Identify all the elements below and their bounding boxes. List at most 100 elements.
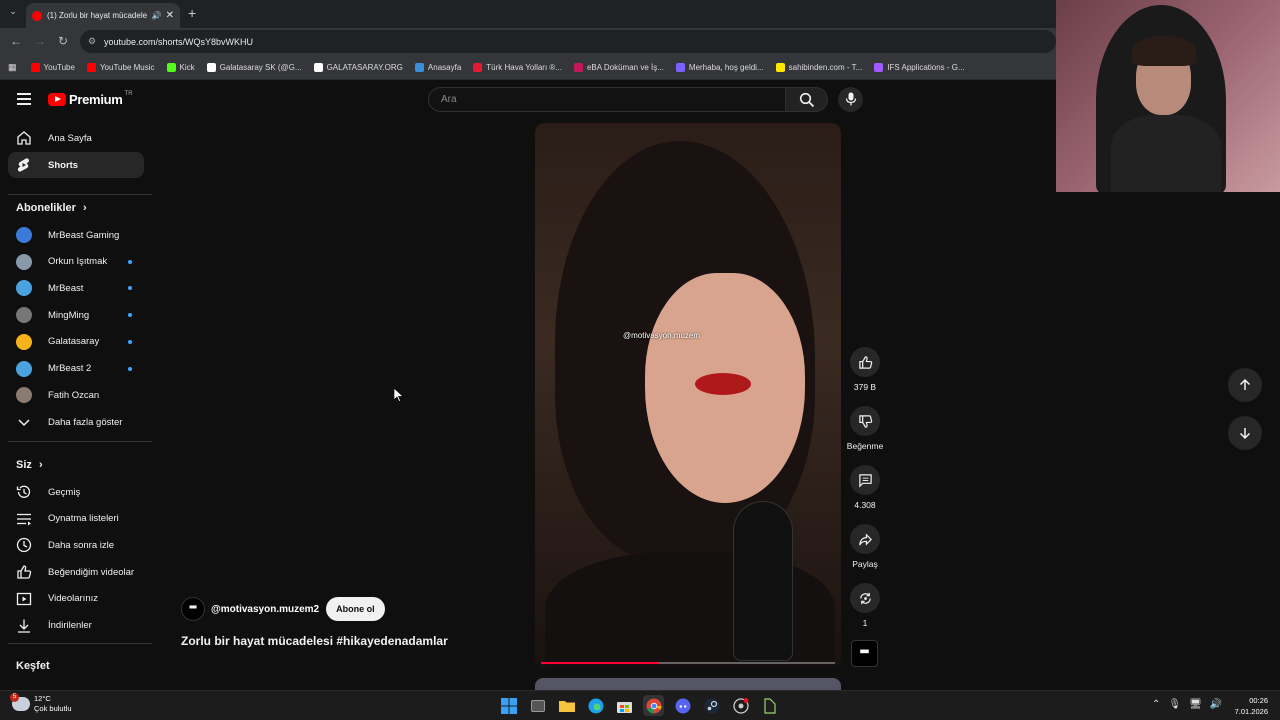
discord-icon[interactable] [672,695,693,716]
subscription-item[interactable]: Galatasaray [8,329,144,355]
subscription-item[interactable]: MingMing [8,302,144,328]
task-view-icon[interactable] [527,695,548,716]
apps-grid-icon[interactable]: ▦ [8,62,17,73]
sidebar-item-label: Fatih Ozcan [48,389,100,401]
sidebar-item-playlists[interactable]: Oynatma listeleri [8,506,144,532]
steam-icon[interactable] [701,695,722,716]
cloud-icon: 5 [10,693,30,711]
sidebar-item-your-videos[interactable]: Videolarınız [8,586,144,612]
share-button[interactable] [850,524,880,554]
shorts-icon [16,157,32,173]
file-explorer-icon[interactable] [556,695,577,716]
new-tab-button[interactable]: + [188,5,196,21]
bookmark-item[interactable]: YouTube [30,62,75,72]
dislike-button[interactable] [850,406,880,436]
weather-widget[interactable]: 5 12°C Çok bulutlu [10,693,72,714]
chrome-icon[interactable] [643,695,664,716]
subscribe-button[interactable]: Abone ol [326,597,385,621]
playlists-icon [16,511,32,527]
show-more-button[interactable]: Daha fazla göster [8,409,144,435]
subscription-item[interactable]: Orkun Işıtmak [8,249,144,275]
sidebar-item-label: Daha sonra izle [48,539,115,551]
subscriptions-heading[interactable]: Abonelikler › [16,202,87,214]
sidebar-item-label: Galatasaray [48,336,100,348]
thumbs-down-icon [858,414,872,428]
clock[interactable]: 00:26 7.01.2026 [1232,695,1268,717]
explore-heading[interactable]: Keşfet [16,660,50,672]
system-tray: ⌃ 🎙 🖥 🔊 [1152,699,1230,710]
new-content-dot [128,286,132,291]
subscription-item[interactable]: MrBeast 2 [8,356,144,382]
channel-avatar [16,280,32,297]
browser-tab[interactable]: (1) Zorlu bir hayat mücadele 🔊 ✕ [26,3,180,28]
short-video-player[interactable]: @motivasyon.muzem [535,123,841,668]
subscription-item[interactable]: MrBeast Gaming [8,222,144,248]
remix-button[interactable] [850,583,880,613]
voice-search-button[interactable] [838,87,863,112]
bookmark-item[interactable]: GALATASARAY.ORG [313,62,403,72]
bookmark-label: YouTube [43,62,75,72]
sidebar-item-watch-later[interactable]: Daha sonra izle [8,532,144,558]
recording-app-icon[interactable] [730,695,751,716]
site-info-icon[interactable]: ⚙ [88,36,96,47]
bookmark-item[interactable]: sahibinden.com - T... [775,62,862,72]
channel-avatar [16,227,32,243]
sidebar: Ana Sayfa Shorts Abonelikler › MrBeast Gami… [0,125,155,690]
sidebar-item-history[interactable]: Geçmiş [8,479,144,505]
bookmark-item[interactable]: Merhaba, hoş geldi... [675,62,764,72]
windows-start-icon[interactable] [498,695,519,716]
address-bar[interactable]: ⚙ youtube.com/shorts/WQsY8bvWKHU [80,30,1056,53]
reload-icon[interactable]: ↻ [58,34,68,48]
short-channel-row: ▀▀ @motivasyon.muzem2 Abone ol [181,597,385,621]
short-title[interactable]: Zorlu bir hayat mücadelesi #hikayedenada… [181,634,448,648]
channel-name[interactable]: @motivasyon.muzem2 [211,604,319,615]
edge-browser-icon[interactable] [585,695,606,716]
sidebar-item-liked[interactable]: Beğendiğim videolar [8,559,144,585]
microsoft-store-icon[interactable] [614,695,635,716]
microphone-tray-icon[interactable]: 🎙 [1168,699,1181,710]
you-heading[interactable]: Siz › [16,459,43,471]
sidebar-item-label: Shorts [48,159,79,171]
bookmark-item[interactable]: Anasayfa [414,62,461,72]
sound-channel-thumbnail[interactable]: ▀▀ [851,640,878,667]
comments-button[interactable] [850,465,880,495]
sidebar-item-label: Videolarınız [48,593,98,605]
next-short-preview[interactable] [535,678,841,690]
search-button[interactable] [786,87,828,112]
subscription-item[interactable]: MrBeast [8,275,144,301]
mouse-cursor-icon [394,388,404,402]
next-short-button[interactable] [1228,416,1262,450]
bookmark-item[interactable]: Türk Hava Yolları ®... [473,62,562,72]
sidebar-item-home[interactable]: Ana Sayfa [8,125,144,151]
bookmark-item[interactable]: YouTube Music [86,62,155,72]
channel-avatar[interactable]: ▀▀ [181,597,205,621]
app-icon[interactable] [759,695,780,716]
back-icon[interactable]: ← [10,34,22,48]
volume-icon[interactable]: 🔊 [1210,699,1222,710]
bookmark-item[interactable]: Kick [166,62,195,72]
subscription-item[interactable]: Fatih Ozcan [8,382,144,408]
channel-avatar [16,360,32,377]
like-button[interactable] [850,347,880,377]
bookmark-item[interactable]: eBA Doküman ve İş... [573,62,664,72]
menu-icon[interactable] [17,93,31,105]
tab-search-icon[interactable]: ⌄ [5,6,21,22]
youtube-premium-logo[interactable]: Premium TR [48,91,133,107]
tray-chevron-icon[interactable]: ⌃ [1152,699,1160,710]
bookmark-label: Merhaba, hoş geldi... [688,62,764,72]
sidebar-item-downloads[interactable]: İndirilenler [8,613,144,639]
bookmark-favicon-icon [166,62,176,72]
bookmark-item[interactable]: IFS Applications - G... [874,62,965,72]
youtube-favicon-icon [32,10,42,21]
forward-icon[interactable]: → [34,34,46,48]
network-icon[interactable]: 🖥 [1189,699,1202,710]
previous-short-button[interactable] [1228,368,1262,402]
weather-condition: Çok bulutlu [34,704,72,713]
search-icon [799,92,815,108]
sidebar-item-shorts[interactable]: Shorts [8,152,144,178]
audio-icon[interactable]: 🔊 [152,11,162,20]
tab-close-icon[interactable]: ✕ [166,10,174,21]
search-input[interactable]: Ara [428,87,786,112]
bookmark-item[interactable]: Galatasaray SK (@G... [206,62,302,72]
video-progress-bar[interactable] [541,662,835,664]
